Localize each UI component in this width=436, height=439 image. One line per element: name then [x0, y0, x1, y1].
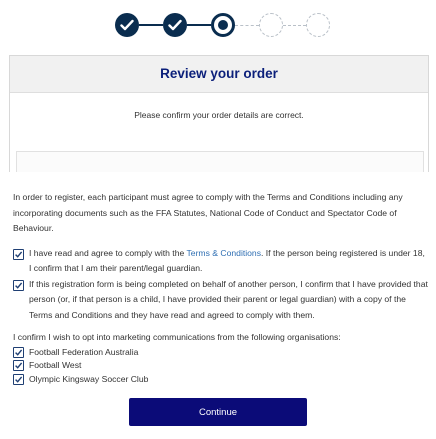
org-okscc-label: Olympic Kingsway Soccer Club — [29, 373, 149, 384]
behalf-row[interactable]: If this registration form is being compl… — [13, 277, 428, 324]
step-2-complete-icon — [163, 13, 187, 37]
step-connector — [235, 25, 259, 26]
continue-button[interactable]: Continue — [129, 398, 307, 426]
org-okscc-checkbox[interactable] — [13, 373, 24, 385]
review-title: Review your order — [10, 56, 428, 93]
step-5-upcoming-icon — [306, 13, 330, 37]
terms-section: In order to register, each participant m… — [13, 190, 428, 386]
terms-intro: In order to register, each participant m… — [13, 192, 403, 233]
marketing-intro: I confirm I wish to opt into marketing c… — [13, 332, 341, 342]
step-3-current-icon — [211, 13, 235, 37]
org-ffa-row[interactable]: Football Federation Australia — [13, 346, 428, 360]
step-4-upcoming-icon — [259, 13, 283, 37]
agree-terms-text: I have read and agree to comply with the… — [29, 247, 425, 274]
review-subtitle: Please confirm your order details are co… — [134, 110, 304, 120]
org-football-west-row[interactable]: Football West — [13, 359, 428, 373]
org-ffa-checkbox[interactable] — [13, 346, 24, 358]
terms-conditions-link[interactable]: Terms & Conditions — [187, 248, 262, 258]
behalf-checkbox[interactable] — [13, 279, 24, 291]
step-connector — [187, 24, 211, 26]
review-order-panel: Review your order Please confirm your or… — [9, 55, 429, 182]
agree-terms-checkbox[interactable] — [13, 248, 24, 260]
behalf-text: If this registration form is being compl… — [29, 278, 428, 320]
agree-terms-row[interactable]: I have read and agree to comply with the… — [13, 246, 428, 277]
org-football-west-checkbox[interactable] — [13, 360, 24, 372]
step-connector — [283, 25, 306, 26]
org-okscc-row[interactable]: Olympic Kingsway Soccer Club — [13, 373, 428, 387]
section-gap — [0, 172, 436, 186]
step-1-complete-icon — [115, 13, 139, 37]
progress-stepper — [0, 0, 436, 48]
step-connector — [139, 24, 163, 26]
